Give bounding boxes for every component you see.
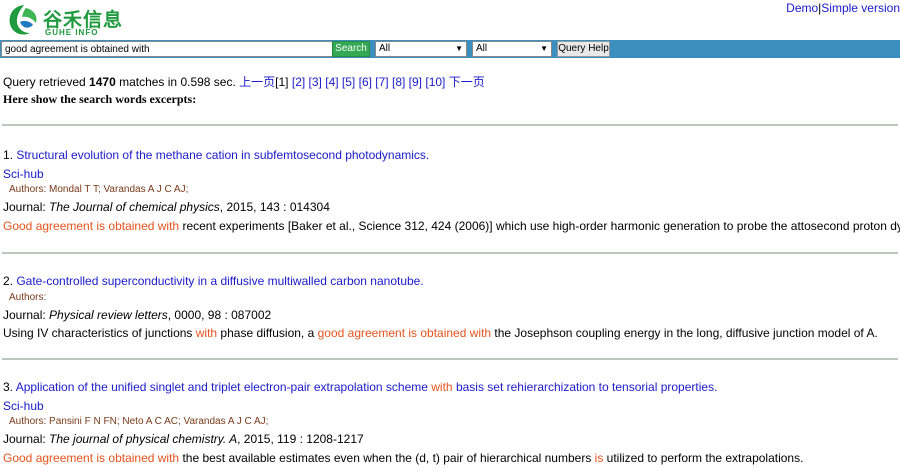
results-summary: Query retrieved 1470 matches in 0.598 se…: [3, 73, 485, 90]
match-count: 1470: [89, 75, 116, 89]
authors-value: Pansini F N FN; Neto A C AC; Varandas A …: [49, 416, 269, 427]
search-bar: Search All ▼ All ▼ Query Help: [0, 40, 900, 58]
page-link-8[interactable]: [8]: [392, 75, 405, 89]
result-authors: Authors:: [9, 292, 46, 303]
query-help-button[interactable]: Query Help: [557, 41, 610, 57]
snippet-text: recent experiments [Baker et al., Scienc…: [179, 219, 900, 233]
field-select[interactable]: All ▼: [375, 41, 467, 57]
result-number: 1.: [3, 148, 17, 162]
title-text: basis set rehierarchization to tensorial…: [452, 380, 718, 394]
page-link-9[interactable]: [9]: [409, 75, 422, 89]
result-snippet: Using IV characteristics of junctions wi…: [3, 326, 878, 340]
result-item: 3. Application of the unified singlet an…: [2, 358, 898, 469]
journal-info: , 2015, 119 : 1208-1217: [237, 432, 364, 446]
snippet-text: the best available estimates even when t…: [179, 451, 595, 465]
result-snippet: Good agreement is obtained with recent e…: [3, 219, 900, 233]
result-item: 2. Gate-controlled superconductivity in …: [2, 252, 898, 360]
journal-name: The Journal of chemical physics: [49, 200, 220, 214]
demo-link[interactable]: Demo: [786, 1, 818, 15]
journal-info: , 2015, 143 : 014304: [219, 200, 330, 214]
chevron-down-icon: ▼: [455, 44, 463, 53]
next-page-link[interactable]: 下一页: [449, 75, 485, 89]
search-button[interactable]: Search: [332, 41, 370, 57]
result-title: 2. Gate-controlled superconductivity in …: [3, 274, 424, 288]
result-snippet: Good agreement is obtained with the best…: [3, 451, 803, 465]
result-number: 2.: [3, 274, 17, 288]
highlight-text: Good agreement is obtained with: [3, 219, 180, 233]
journal-label: Journal:: [3, 432, 50, 446]
snippet-text: Using IV characteristics of junctions: [3, 326, 196, 340]
page-link-6[interactable]: [6]: [359, 75, 372, 89]
page-current: [1]: [275, 75, 289, 89]
summary-middle: matches in 0.598 sec.: [115, 75, 240, 89]
snippet-text: phase diffusion, a: [217, 326, 318, 340]
logo[interactable]: 谷禾信息 GUHE INFO: [6, 2, 126, 38]
result-journal: Journal: The Journal of chemical physics…: [3, 200, 330, 214]
journal-name: Physical review letters: [49, 308, 168, 322]
authors-label: Authors:: [9, 416, 50, 427]
result-title-link[interactable]: Structural evolution of the methane cati…: [16, 148, 429, 162]
page-link-4[interactable]: [4]: [325, 75, 338, 89]
page-link-3[interactable]: [3]: [309, 75, 322, 89]
summary-prefix: Query retrieved: [3, 75, 90, 89]
result-title: 3. Application of the unified singlet an…: [3, 380, 717, 394]
journal-info: , 0000, 98 : 087002: [167, 308, 272, 322]
highlight-text: with: [195, 326, 218, 340]
field-select-value: All: [379, 43, 391, 54]
highlight-text: with: [431, 380, 453, 394]
result-title: 1. Structural evolution of the methane c…: [3, 148, 429, 162]
result-item: 1. Structural evolution of the methane c…: [2, 124, 900, 254]
page-link-7[interactable]: [7]: [375, 75, 388, 89]
excerpt-heading: Here show the search words excerpts:: [3, 92, 197, 106]
title-text: Application of the unified singlet and t…: [15, 380, 432, 394]
result-journal: Journal: The journal of physical chemist…: [3, 432, 364, 446]
authors-label: Authors:: [9, 292, 47, 303]
snippet-text: utilized to perform the extrapolations.: [603, 451, 804, 465]
result-title-link[interactable]: Application of the unified singlet and t…: [16, 380, 718, 394]
sci-hub-link[interactable]: Sci-hub: [3, 399, 44, 413]
prev-page-link[interactable]: 上一页: [239, 75, 275, 89]
type-select-value: All: [476, 43, 488, 54]
result-title-link[interactable]: Gate-controlled superconductivity in a d…: [16, 274, 423, 288]
simple-version-link[interactable]: Simple version: [821, 1, 900, 15]
highlight-text: Good agreement is obtained with: [3, 451, 180, 465]
authors-label: Authors:: [9, 184, 50, 195]
chevron-down-icon: ▼: [540, 44, 548, 53]
journal-label: Journal:: [3, 308, 50, 322]
page-link-5[interactable]: [5]: [342, 75, 355, 89]
leaf-logo-icon: [9, 5, 37, 35]
logo-text-en: GUHE INFO: [45, 28, 99, 37]
result-journal: Journal: Physical review letters, 0000, …: [3, 308, 271, 322]
result-number: 3.: [3, 380, 16, 394]
type-select[interactable]: All ▼: [472, 41, 552, 57]
header: 谷禾信息 GUHE INFO Demo|Simple version: [0, 0, 900, 40]
result-authors: Authors: Pansini F N FN; Neto A C AC; Va…: [9, 416, 268, 427]
page-link-2[interactable]: [2]: [292, 75, 305, 89]
page-link-10[interactable]: [10]: [425, 75, 445, 89]
highlight-text: good agreement is obtained with: [317, 326, 492, 340]
journal-name: The journal of physical chemistry. A: [49, 432, 238, 446]
top-links: Demo|Simple version: [786, 1, 900, 15]
sci-hub-link[interactable]: Sci-hub: [3, 167, 44, 181]
result-authors: Authors: Mondal T T; Varandas A J C AJ;: [9, 184, 188, 195]
authors-value: Mondal T T; Varandas A J C AJ;: [49, 184, 189, 195]
snippet-text: the Josephson coupling energy in the lon…: [491, 326, 878, 340]
search-input[interactable]: [1, 41, 334, 57]
journal-label: Journal:: [3, 200, 50, 214]
